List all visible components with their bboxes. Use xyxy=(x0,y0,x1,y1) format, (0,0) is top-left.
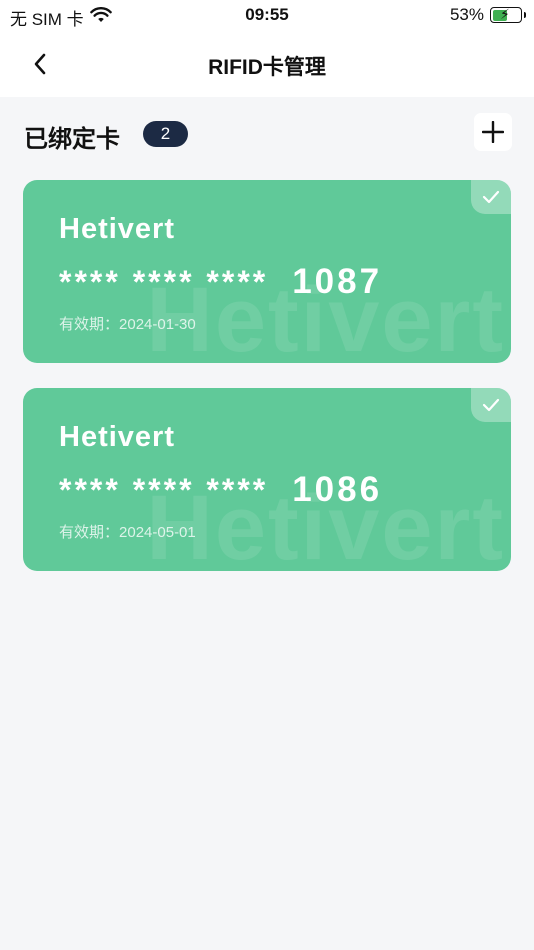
bound-cards-header: 已绑定卡 2 xyxy=(24,113,512,153)
battery-percent: 53% xyxy=(449,5,484,24)
rfid-card[interactable]: Hetivert Hetivert **** **** **** 1086 有效… xyxy=(23,388,511,571)
check-icon xyxy=(482,190,500,204)
add-card-button[interactable] xyxy=(474,113,512,151)
card-number-mask: **** **** **** xyxy=(59,264,269,300)
card-number: **** **** **** 1087 xyxy=(59,262,382,302)
selected-check-badge[interactable] xyxy=(471,388,511,422)
page-title: RIFID卡管理 xyxy=(208,56,326,79)
check-icon xyxy=(482,398,500,412)
plus-icon xyxy=(482,121,504,143)
expiry-label: 有效期： xyxy=(59,524,120,541)
expiry-date: 2024-05-01 xyxy=(119,524,196,541)
top-bar: 无 SIM 卡 09:55 53% ⚡ RIFID卡管理 xyxy=(0,0,534,97)
charging-bolt-icon: ⚡ xyxy=(500,6,510,22)
card-count-badge: 2 xyxy=(143,121,188,147)
card-brand-logo: Hetivert xyxy=(59,213,175,245)
card-brand-logo: Hetivert xyxy=(59,421,175,453)
battery-icon: ⚡ xyxy=(490,6,526,23)
nav-bar: RIFID卡管理 xyxy=(0,34,534,92)
selected-check-badge[interactable] xyxy=(471,180,511,214)
card-number: **** **** **** 1086 xyxy=(59,470,382,510)
rfid-card[interactable]: Hetivert Hetivert **** **** **** 1087 有效… xyxy=(23,180,511,363)
section-title: 已绑定卡 xyxy=(24,126,120,153)
card-last4: 1087 xyxy=(292,262,383,301)
status-bar: 无 SIM 卡 09:55 53% ⚡ xyxy=(0,0,534,32)
card-expiry: 有效期：2024-01-30 xyxy=(59,313,196,334)
expiry-label: 有效期： xyxy=(59,316,120,333)
expiry-date: 2024-01-30 xyxy=(119,316,196,333)
card-expiry: 有效期：2024-05-01 xyxy=(59,521,196,542)
card-number-mask: **** **** **** xyxy=(59,472,269,508)
card-last4: 1086 xyxy=(292,470,383,509)
